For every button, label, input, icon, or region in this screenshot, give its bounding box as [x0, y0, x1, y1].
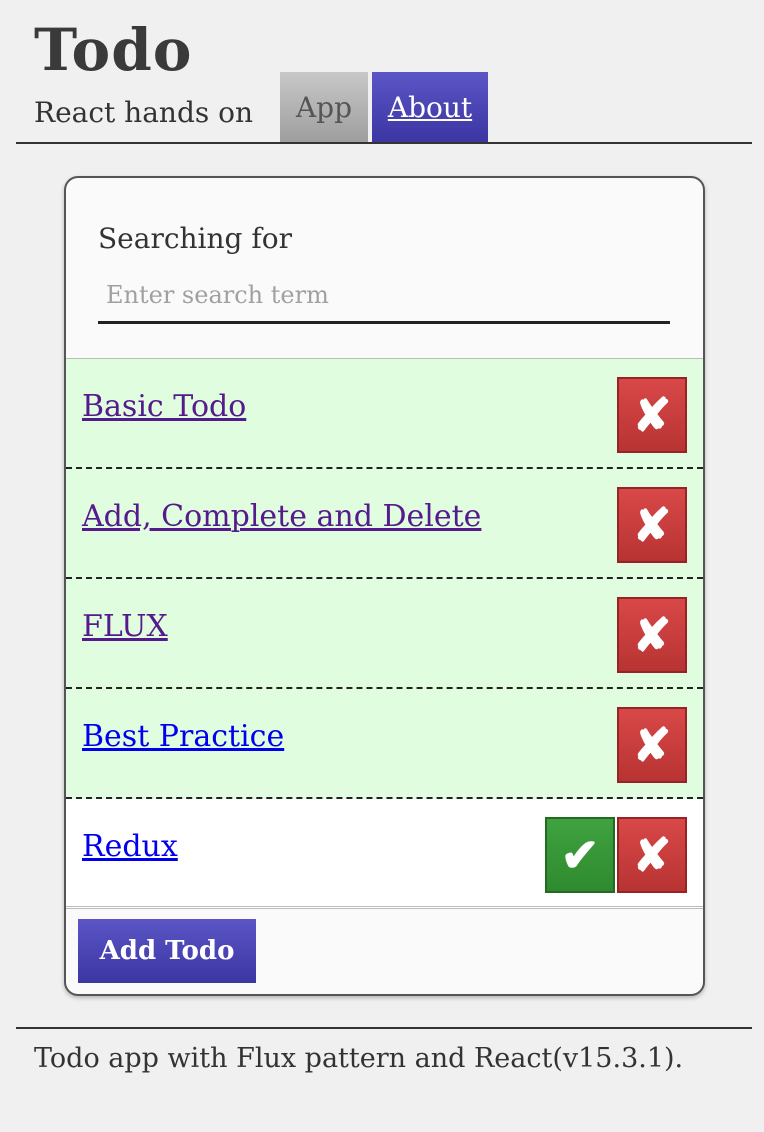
x-icon: ✘: [632, 718, 672, 772]
todo-item: Basic Todo ✘: [66, 359, 703, 469]
todo-link[interactable]: Basic Todo: [82, 389, 246, 424]
delete-button[interactable]: ✘: [617, 817, 687, 893]
delete-button[interactable]: ✘: [617, 597, 687, 673]
todo-list: Basic Todo ✘ Add, Complete and Delete ✘ …: [66, 358, 703, 909]
x-icon: ✘: [632, 498, 672, 552]
app-title: Todo: [34, 16, 193, 84]
todo-item: Best Practice ✘: [66, 689, 703, 799]
todo-link[interactable]: FLUX: [82, 609, 168, 644]
todo-link[interactable]: Redux: [82, 829, 178, 864]
todo-item: Redux ✔ ✘: [66, 799, 703, 909]
footer-text: Todo app with Flux pattern and React(v15…: [34, 1043, 684, 1074]
x-icon: ✘: [632, 608, 672, 662]
page-footer: Todo app with Flux pattern and React(v15…: [16, 1027, 752, 1074]
tab-app[interactable]: App: [280, 72, 368, 142]
todo-link[interactable]: Add, Complete and Delete: [82, 499, 481, 534]
search-input[interactable]: [98, 268, 670, 324]
todo-link[interactable]: Best Practice: [82, 719, 284, 754]
card-footer: Add Todo: [66, 906, 703, 994]
add-todo-button[interactable]: Add Todo: [78, 919, 256, 983]
delete-button[interactable]: ✘: [617, 377, 687, 453]
tab-about[interactable]: About: [372, 72, 488, 142]
x-icon: ✘: [632, 388, 672, 442]
delete-button[interactable]: ✘: [617, 487, 687, 563]
app-subtitle: React hands on: [34, 96, 254, 129]
app-header: Todo React hands on App About: [16, 0, 752, 144]
x-icon: ✘: [632, 828, 672, 882]
check-icon: ✔: [560, 828, 600, 882]
search-label: Searching for: [98, 222, 292, 255]
delete-button[interactable]: ✘: [617, 707, 687, 783]
todo-item: FLUX ✘: [66, 579, 703, 689]
todo-card: Searching for Basic Todo ✘ Add, Complete…: [64, 176, 705, 996]
todo-item: Add, Complete and Delete ✘: [66, 469, 703, 579]
complete-button[interactable]: ✔: [545, 817, 615, 893]
search-area: Searching for: [66, 178, 703, 358]
